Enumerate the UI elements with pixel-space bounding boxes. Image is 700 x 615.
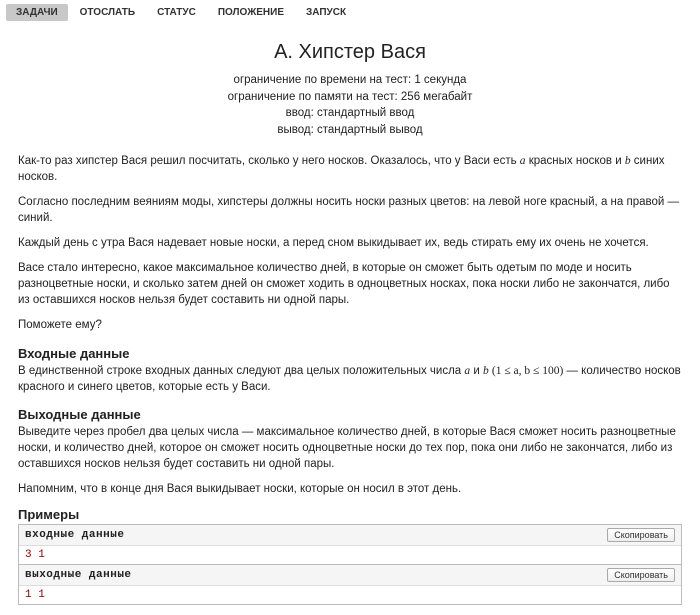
problem-content: A. Хипстер Вася ограничение по времени н… bbox=[0, 21, 700, 615]
time-limit: ограничение по времени на тест: 1 секунд… bbox=[18, 72, 682, 89]
output-description-2: Напомним, что в конце дня Вася выкидывае… bbox=[18, 481, 682, 497]
statement-p3: Каждый день с утра Вася надевает новые н… bbox=[18, 235, 682, 251]
statement-p2: Согласно последним веяниям моды, хипстер… bbox=[18, 194, 682, 226]
statement-p4: Васе стало интересно, какое максимальное… bbox=[18, 260, 682, 308]
sample-output-data: 1 1 bbox=[19, 586, 681, 604]
tab-status[interactable]: СТАТУС bbox=[147, 4, 206, 21]
tab-tasks[interactable]: ЗАДАЧИ bbox=[6, 4, 68, 21]
tab-submit[interactable]: ОТОСЛАТЬ bbox=[70, 4, 145, 21]
problem-meta: ограничение по времени на тест: 1 секунд… bbox=[18, 72, 682, 139]
sample-output-header: выходные данные Скопировать bbox=[19, 564, 681, 586]
output-description-1: Выведите через пробел два целых числа — … bbox=[18, 424, 682, 472]
sample-output-label: выходные данные bbox=[25, 569, 132, 581]
statement-p1: Как-то раз хипстер Вася решил посчитать,… bbox=[18, 153, 682, 185]
copy-input-button[interactable]: Скопировать bbox=[607, 528, 675, 542]
sample-input-label: входные данные bbox=[25, 529, 124, 541]
statement-p5: Поможете ему? bbox=[18, 317, 682, 333]
tab-standings[interactable]: ПОЛОЖЕНИЕ bbox=[208, 4, 294, 21]
problem-title: A. Хипстер Вася bbox=[18, 41, 682, 64]
examples-heading: Примеры bbox=[18, 507, 682, 522]
sample-input-header: входные данные Скопировать bbox=[19, 525, 681, 546]
tab-run[interactable]: ЗАПУСК bbox=[296, 4, 356, 21]
examples-box: входные данные Скопировать 3 1 выходные … bbox=[18, 524, 682, 605]
copy-output-button[interactable]: Скопировать bbox=[607, 568, 675, 582]
sample-input-data: 3 1 bbox=[19, 546, 681, 564]
output-heading: Выходные данные bbox=[18, 407, 682, 422]
input-description: В единственной строке входных данных сле… bbox=[18, 363, 682, 395]
memory-limit: ограничение по памяти на тест: 256 мегаб… bbox=[18, 89, 682, 106]
input-spec: ввод: стандартный ввод bbox=[18, 105, 682, 122]
output-spec: вывод: стандартный вывод bbox=[18, 122, 682, 139]
input-heading: Входные данные bbox=[18, 346, 682, 361]
tab-bar: ЗАДАЧИ ОТОСЛАТЬ СТАТУС ПОЛОЖЕНИЕ ЗАПУСК bbox=[0, 0, 700, 21]
